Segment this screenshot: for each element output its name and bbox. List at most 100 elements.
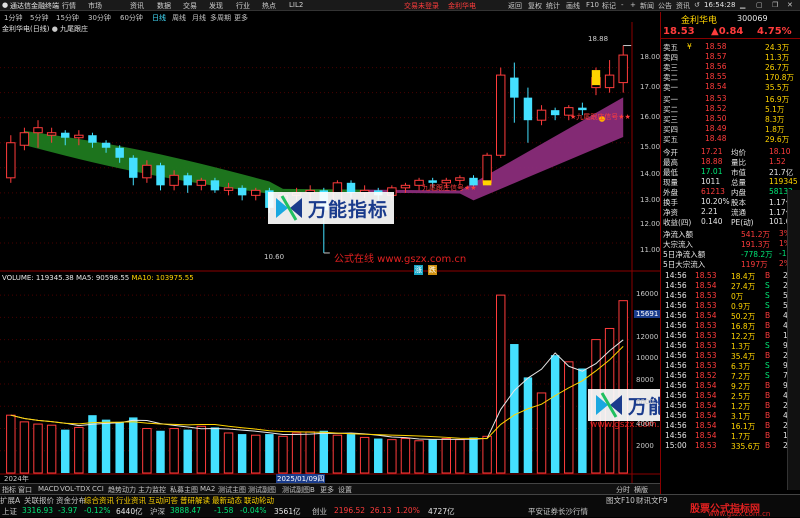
tick-time: 14:56 [665,311,687,320]
tab-vol-tdx[interactable]: VOL-TDX [60,485,90,493]
status-tab[interactable]: 资金分布 [56,495,86,506]
menu-jiaoyi[interactable]: 交易 [183,1,197,11]
status-tab[interactable]: 普研解读 [180,495,210,506]
candle-body [210,180,220,191]
menu-redian[interactable]: 热点 [262,1,276,11]
bid-row: 买四 18.49 1.8万 [661,124,800,134]
tab-macd[interactable]: MACD [38,485,59,493]
stat-row: 现量 1011 总量 119345 [661,177,800,187]
stat-row: 换手 10.20% 股本 1.17亿 [661,197,800,207]
stat-value: 17.21 [701,147,723,156]
idx1-name[interactable]: 上证 [2,506,17,517]
tick-row: 14:56 18.54 9.2万 B 9 [661,381,800,391]
status-tab[interactable]: 互动问答 [148,495,178,506]
status-tab[interactable]: 联动轮动 [244,495,274,506]
menu-hangqing[interactable]: 行情 [62,1,76,11]
fuquan-button[interactable]: 复权 [528,1,542,11]
menu-shuju[interactable]: 数据 [157,1,171,11]
zoom-out-button[interactable]: - [621,1,624,9]
candle-body [183,175,192,186]
idx3-name[interactable]: 创业 [312,506,327,517]
price-tick: 15.00 [640,143,661,151]
status-tab[interactable]: 行业资讯 [116,495,146,506]
idx3-amount: 4727亿 [428,507,455,516]
price-tick: 14.00 [640,170,661,178]
trade-login-link[interactable]: 交易未登录 [404,1,439,11]
idx1-change: -3.97 [58,506,78,515]
price-tick: 17.00 [640,83,661,91]
flow-row: 5日净流入额-778.2万-1% [661,249,800,259]
tick-direction: B [765,431,771,440]
status-tab[interactable]: 关联报价 [24,495,54,506]
stat-value: 0.140 [701,217,723,226]
tick-row: 14:5618.5316.8万B46 [661,321,800,331]
candle-body [88,135,97,143]
minimize-icon[interactable]: ▁ [740,1,745,9]
back-button[interactable]: 返回 [508,1,522,11]
tick-time: 14:56 [665,291,687,300]
draw-button[interactable]: 画线 [566,1,580,11]
tick-price: 18.53 [695,341,717,350]
f9-link[interactable]: 财讯文F9 [636,495,668,506]
tick-row: 14:5618.5416.1万B28 [661,421,800,431]
volume-ma10: MA10: 103975.55 [131,274,194,282]
info-button[interactable]: 资讯 [676,1,690,11]
idx2-change: -1.58 [214,506,234,515]
close-icon[interactable]: ✕ [787,1,793,9]
tick-price: 18.53 [695,441,717,450]
menu-zixun[interactable]: 资讯 [130,1,144,11]
stat-value: 2.21 [701,207,718,216]
signal-label-2: 九尾跟庄信号★★ [422,184,477,192]
watermark-brand: 万能指标 [308,198,389,221]
menu-faxian[interactable]: 发现 [209,1,223,11]
mark-button[interactable]: 标记 [602,1,616,11]
volume-tick: 16000 [636,290,659,298]
refresh-icon[interactable]: ↺ [694,1,700,9]
volume-bar [115,421,124,473]
stock-title-link[interactable]: 金利华电 [448,1,476,11]
volume-bar [618,300,628,474]
tick-time: 14:56 [665,341,687,350]
watermark-logo-icon [276,195,302,221]
zoom-in-button[interactable]: + [630,1,636,9]
menu-hangye[interactable]: 行业 [236,1,250,11]
maximize-icon[interactable]: ▢ [756,1,763,9]
idx2-name[interactable]: 沪深 [150,506,165,517]
tick-direction: B [765,391,771,400]
ask-volume: 35.5万 [765,83,790,92]
bid-price: 18.50 [705,114,727,123]
f10-button[interactable]: F10 [586,1,599,9]
notice-button[interactable]: 公告 [658,1,672,11]
candle-body [523,97,533,121]
menu-lil2[interactable]: LIL2 [289,1,303,9]
tick-time: 14:56 [665,371,687,380]
candle-body [482,154,492,184]
signal-candle [482,180,492,186]
news-button[interactable]: 新闻 [640,1,654,11]
tab-ma2[interactable]: MA2 [200,485,215,493]
candle-body [61,132,70,138]
price-chart[interactable] [0,22,660,483]
stats-button[interactable]: 统计 [546,1,560,11]
tick-row: 14:5618.5318.4万B25 [661,271,800,281]
volume-bar [469,437,478,473]
price-tick: 13.00 [640,196,661,204]
right-sidebar[interactable] [787,190,800,490]
status-tab[interactable]: 综合资讯 [84,495,114,506]
status-tab[interactable]: 扩展A [0,495,20,506]
stat-row: 今开 17.21 均价 18.10 [661,147,800,157]
volume-bar [359,436,370,474]
volume-bar [550,355,560,473]
menu-shichang[interactable]: 市场 [88,1,102,11]
tick-row: 14:5618.5450.2万B45 [661,311,800,321]
tick-row: 14:56 18.54 2.5万 B 4 [661,391,800,401]
status-tab[interactable]: 最新动态 [212,495,242,506]
tick-direction: S [765,291,770,300]
stat-value: 1011 [701,177,721,186]
tab-cci[interactable]: CCI [92,485,104,493]
stat-value: 61213 [701,187,725,196]
restore-icon[interactable]: ❐ [772,1,778,9]
f10-link[interactable]: 图文F10 [606,495,635,506]
idx1-pct: -0.12% [84,506,111,515]
volume-bar [428,439,437,473]
